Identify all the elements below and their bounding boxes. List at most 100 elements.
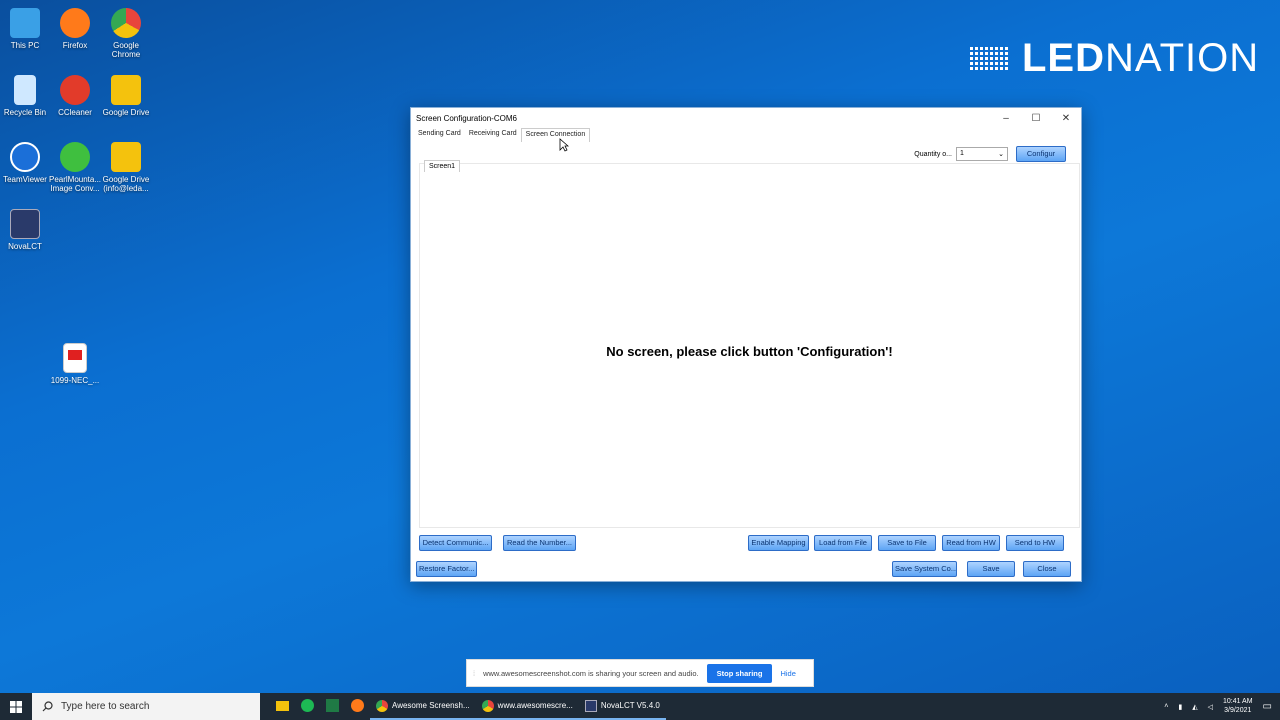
desktop-icon-chrome[interactable]: Google Chrome bbox=[98, 8, 154, 59]
desktop-icon-label: CCleaner bbox=[58, 108, 92, 117]
desktop-icon-firefox[interactable]: Firefox bbox=[47, 8, 103, 50]
screen-sharing-bar: ⁞ www.awesomescreenshot.com is sharing y… bbox=[466, 659, 814, 687]
desktop-icon-label: Google Drive (info@leda... bbox=[102, 175, 150, 194]
screen-area: Screen1 No screen, please click button '… bbox=[419, 160, 1080, 528]
pdf-icon bbox=[63, 343, 87, 373]
taskbar-item-awesome-screenshot-site[interactable]: www.awesomescre... bbox=[475, 693, 579, 720]
enable-mapping-button[interactable]: Enable Mapping bbox=[748, 535, 809, 551]
detect-communication-button[interactable]: Detect Communic... bbox=[419, 535, 492, 551]
logo-text: NATION bbox=[1105, 36, 1260, 80]
save-to-file-button[interactable]: Save to File bbox=[878, 535, 936, 551]
search-icon bbox=[42, 701, 53, 712]
send-to-hw-button[interactable]: Send to HW bbox=[1006, 535, 1064, 551]
chrome-icon bbox=[481, 699, 494, 712]
tab-screen-connection[interactable]: Screen Connection bbox=[520, 128, 591, 142]
desktop-icon-recycle-bin[interactable]: Recycle Bin bbox=[0, 75, 53, 117]
no-screen-message: No screen, please click button 'Configur… bbox=[606, 344, 893, 359]
taskbar-item-label: Awesome Screensh... bbox=[392, 701, 470, 710]
minimize-button[interactable]: – bbox=[991, 113, 1021, 124]
desktop-icon-label: This PC bbox=[10, 41, 40, 50]
desktop-icon-pearlmountain[interactable]: PearlMounta... Image Conv... bbox=[47, 142, 103, 193]
screen-configuration-window: Screen Configuration-COM6 – ☐ ✕ Sending … bbox=[410, 107, 1082, 582]
read-number-button[interactable]: Read the Number... bbox=[503, 535, 576, 551]
chrome-icon bbox=[111, 8, 141, 38]
recycle-bin-icon bbox=[14, 75, 36, 105]
quantity-select[interactable]: 1 ⌄ bbox=[956, 147, 1008, 161]
folder-icon bbox=[111, 75, 141, 105]
logo-mark-icon bbox=[970, 47, 1008, 70]
clock[interactable]: 10:41 AM 3/9/2021 bbox=[1223, 698, 1253, 715]
desktop-icon-label: Google Drive bbox=[102, 108, 150, 117]
close-button[interactable]: Close bbox=[1023, 561, 1071, 577]
logo-text-bold: LED bbox=[1022, 36, 1105, 80]
save-button[interactable]: Save bbox=[967, 561, 1015, 577]
search-placeholder: Type here to search bbox=[61, 701, 150, 712]
read-from-hw-button[interactable]: Read from HW bbox=[942, 535, 1000, 551]
drag-handle-icon[interactable]: ⁞ bbox=[473, 669, 475, 678]
load-from-file-button[interactable]: Load from File bbox=[814, 535, 872, 551]
desktop-icon-teamviewer[interactable]: TeamViewer bbox=[0, 142, 53, 184]
novalct-icon bbox=[584, 699, 597, 712]
desktop-icon-label: TeamViewer bbox=[3, 175, 47, 184]
quantity-label: Quantity o... bbox=[914, 150, 952, 158]
folder-icon bbox=[276, 700, 289, 711]
window-titlebar[interactable]: Screen Configuration-COM6 – ☐ ✕ bbox=[411, 108, 1081, 128]
desktop-icon-this-pc[interactable]: This PC bbox=[0, 8, 53, 50]
chrome-icon bbox=[376, 699, 388, 712]
quantity-value: 1 bbox=[960, 150, 964, 157]
save-system-config-button[interactable]: Save System Co... bbox=[892, 561, 957, 577]
start-button[interactable] bbox=[0, 693, 32, 720]
clock-date: 3/9/2021 bbox=[1224, 706, 1252, 714]
volume-icon[interactable]: ◁ bbox=[1208, 703, 1213, 711]
image-converter-icon bbox=[60, 142, 90, 172]
desktop-icon-google-drive[interactable]: Google Drive bbox=[98, 75, 154, 117]
desktop-icon-label: Firefox bbox=[62, 41, 88, 50]
spotify-button[interactable] bbox=[295, 693, 320, 720]
computer-icon bbox=[10, 8, 40, 38]
clock-time: 10:41 AM bbox=[1222, 698, 1253, 706]
tab-receiving-card[interactable]: Receiving Card bbox=[465, 128, 521, 142]
desktop-icon-pdf-file[interactable]: 1099-NEC_... bbox=[47, 343, 103, 385]
desktop-icon-google-drive-info[interactable]: Google Drive (info@leda... bbox=[98, 142, 154, 193]
restore-factory-button[interactable]: Restore Factor... bbox=[416, 561, 477, 577]
notifications-icon[interactable]: ▭ bbox=[1263, 701, 1272, 712]
stop-sharing-button[interactable]: Stop sharing bbox=[706, 663, 773, 683]
configure-button[interactable]: Configur bbox=[1016, 146, 1066, 162]
quantity-bar: Quantity o... 1 ⌄ Configur bbox=[914, 146, 1066, 162]
button-row-secondary: Restore Factor... Save System Co... Save… bbox=[416, 561, 1072, 577]
excel-button[interactable] bbox=[320, 693, 345, 720]
microphone-icon[interactable]: ▮ bbox=[1178, 703, 1182, 711]
firefox-icon bbox=[351, 699, 364, 712]
close-window-button[interactable]: ✕ bbox=[1051, 113, 1081, 124]
ccleaner-icon bbox=[60, 75, 90, 105]
desktop-icon-label: 1099-NEC_... bbox=[50, 376, 100, 385]
taskbar-search-box[interactable]: Type here to search bbox=[32, 693, 260, 720]
window-title: Screen Configuration-COM6 bbox=[416, 113, 517, 123]
taskbar-item-awesome-screenshot[interactable]: Awesome Screensh... bbox=[370, 693, 476, 720]
desktop-icon-label: NovaLCT bbox=[8, 242, 42, 251]
desktop-icon-ccleaner[interactable]: CCleaner bbox=[47, 75, 103, 117]
hide-button[interactable]: Hide bbox=[780, 669, 795, 678]
firefox-taskbar-button[interactable] bbox=[345, 693, 370, 720]
firefox-icon bbox=[60, 8, 90, 38]
tab-screen1[interactable]: Screen1 bbox=[424, 160, 461, 172]
chevron-up-icon[interactable]: ˄ bbox=[1164, 703, 1168, 710]
mouse-cursor-icon bbox=[559, 138, 569, 152]
led-nation-logo: LEDNATION bbox=[970, 36, 1259, 81]
tab-sending-card[interactable]: Sending Card bbox=[414, 128, 465, 142]
file-explorer-button[interactable] bbox=[270, 693, 295, 720]
desktop-icon-label: Google Chrome bbox=[111, 41, 141, 60]
desktop-icon-label: Recycle Bin bbox=[3, 108, 47, 117]
taskbar: Type here to search Awesome Screensh... … bbox=[0, 693, 1280, 720]
desktop-icon-novalct[interactable]: NovaLCT bbox=[0, 209, 53, 251]
chevron-down-icon: ⌄ bbox=[998, 151, 1004, 158]
maximize-button[interactable]: ☐ bbox=[1021, 113, 1051, 124]
taskbar-item-novalct[interactable]: NovaLCT V5.4.0 bbox=[578, 693, 666, 720]
taskbar-item-label: NovaLCT V5.4.0 bbox=[600, 701, 660, 710]
network-icon[interactable]: ◭ bbox=[1192, 703, 1197, 711]
excel-icon bbox=[326, 699, 339, 712]
tab-bar: Sending Card Receiving Card Screen Conne… bbox=[411, 128, 1081, 142]
novalct-icon bbox=[10, 209, 40, 239]
teamviewer-icon bbox=[10, 142, 40, 172]
desktop-icon-label: PearlMounta... Image Conv... bbox=[48, 175, 102, 194]
